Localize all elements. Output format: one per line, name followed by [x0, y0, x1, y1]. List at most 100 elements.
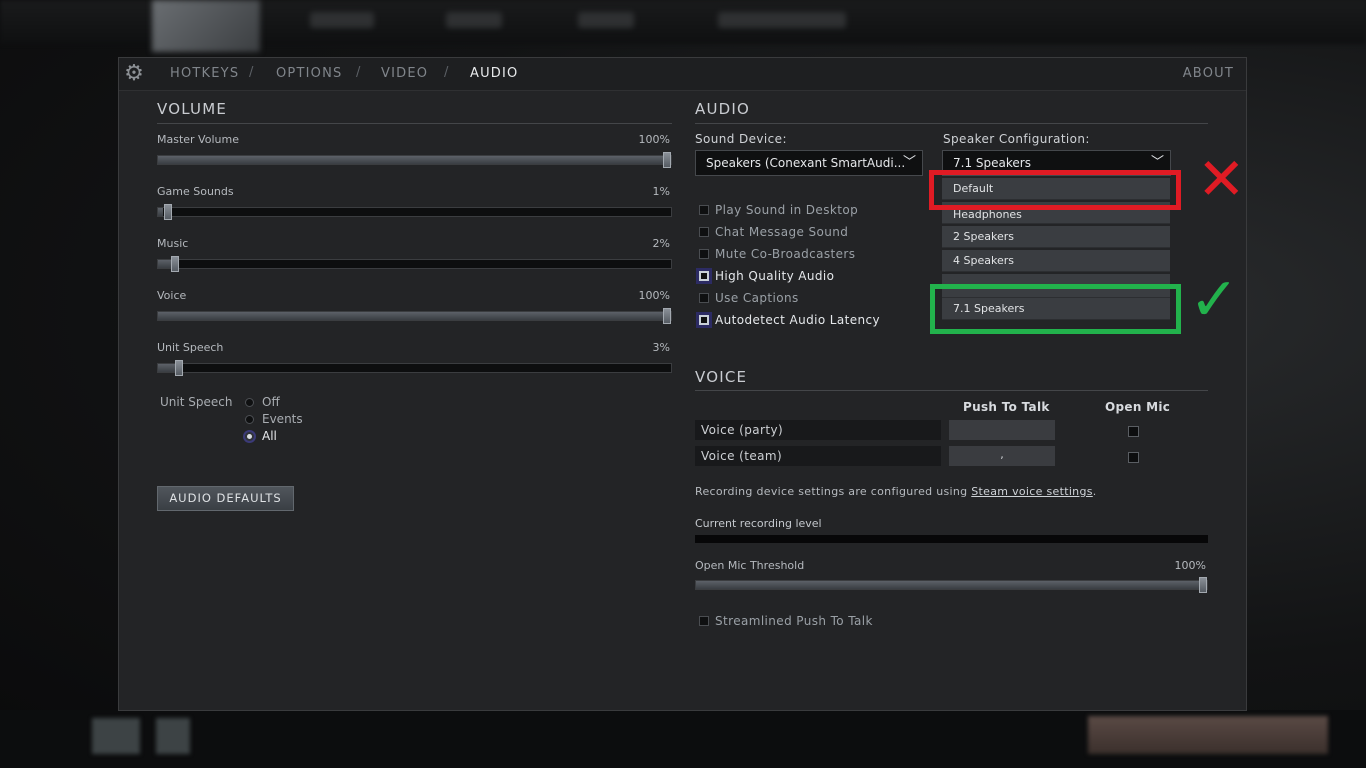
- speaker-config-label: Speaker Configuration:: [943, 132, 1090, 146]
- recording-level-meter: [695, 535, 1208, 543]
- play-sound-desktop-checkbox[interactable]: [699, 205, 709, 215]
- music-value: 2%: [652, 237, 670, 250]
- voice-volume-value: 100%: [638, 289, 670, 302]
- green-check-mark-icon: ✓: [1189, 265, 1240, 335]
- master-volume-value: 100%: [638, 133, 670, 146]
- tab-hotkeys[interactable]: HOTKEYS: [170, 66, 239, 81]
- voice-party-key[interactable]: [949, 420, 1055, 440]
- use-captions-label[interactable]: Use Captions: [715, 291, 799, 305]
- unit-speech-all-radio[interactable]: [245, 432, 254, 441]
- settings-window: ⚙ HOTKEYS / OPTIONS / VIDEO / AUDIO ABOU…: [118, 57, 1247, 711]
- unit-speech-all-label[interactable]: All: [262, 429, 277, 443]
- push-to-talk-header: Push To Talk: [963, 400, 1050, 414]
- steam-voice-settings-link[interactable]: Steam voice settings: [971, 485, 1093, 498]
- music-label: Music: [157, 237, 189, 250]
- sound-device-dropdown[interactable]: Speakers (Conexant SmartAudi... ﹀: [695, 150, 923, 176]
- open-mic-threshold-label: Open Mic Threshold: [695, 559, 805, 572]
- voice-volume-slider[interactable]: [157, 308, 672, 324]
- use-captions-checkbox[interactable]: [699, 293, 709, 303]
- slider-fill: [158, 208, 164, 216]
- chat-message-sound-label[interactable]: Chat Message Sound: [715, 225, 848, 239]
- music-slider[interactable]: [157, 256, 672, 272]
- background-nav-item: [578, 12, 634, 28]
- mute-co-broadcasters-label[interactable]: Mute Co-Broadcasters: [715, 247, 855, 261]
- open-mic-threshold-slider[interactable]: [695, 577, 1208, 593]
- slider-handle[interactable]: [164, 204, 172, 220]
- background-nav-item: [446, 12, 502, 28]
- unit-speech-events-label[interactable]: Events: [262, 412, 303, 426]
- voice-divider: [695, 390, 1208, 391]
- recording-level-label: Current recording level: [695, 517, 822, 530]
- slider-fill: [696, 581, 1207, 589]
- background-play-button: [1088, 716, 1328, 754]
- chat-message-sound-checkbox[interactable]: [699, 227, 709, 237]
- tab-separator: /: [356, 65, 361, 80]
- speaker-option-4[interactable]: 4 Speakers: [942, 250, 1170, 272]
- sound-device-value: Speakers (Conexant SmartAudi...: [706, 156, 906, 170]
- slider-handle[interactable]: [1199, 577, 1207, 593]
- tab-separator: /: [444, 65, 449, 80]
- voice-team-label: Voice (team): [695, 446, 941, 466]
- voice-section-title: VOICE: [695, 368, 748, 386]
- volume-divider: [157, 123, 672, 124]
- volume-section-title: VOLUME: [157, 100, 228, 118]
- tab-about[interactable]: ABOUT: [1183, 66, 1234, 81]
- recording-settings-note: Recording device settings are configured…: [695, 485, 1097, 498]
- high-quality-audio-label[interactable]: High Quality Audio: [715, 269, 834, 283]
- tab-audio[interactable]: AUDIO: [470, 66, 519, 81]
- speaker-option-2[interactable]: 2 Speakers: [942, 226, 1170, 248]
- voice-volume-label: Voice: [157, 289, 187, 302]
- unit-speech-off-label[interactable]: Off: [262, 395, 280, 409]
- unit-speech-volume-label: Unit Speech: [157, 341, 224, 354]
- unit-speech-off-radio[interactable]: [245, 398, 254, 407]
- voice-team-key[interactable]: ,: [949, 446, 1055, 466]
- slider-handle[interactable]: [663, 152, 671, 168]
- unit-speech-mode-label: Unit Speech: [160, 395, 233, 409]
- open-mic-header: Open Mic: [1105, 400, 1171, 414]
- master-volume-label: Master Volume: [157, 133, 239, 146]
- correct-option-highlight: [930, 284, 1181, 334]
- background-hero-portrait: [152, 0, 260, 52]
- high-quality-audio-checkbox[interactable]: [699, 271, 709, 281]
- background-tile: [156, 718, 190, 754]
- audio-defaults-button[interactable]: AUDIO DEFAULTS: [157, 486, 294, 511]
- gear-icon[interactable]: ⚙: [123, 63, 145, 85]
- unit-speech-volume-value: 3%: [652, 341, 670, 354]
- audio-section-title: AUDIO: [695, 100, 751, 118]
- play-sound-desktop-label[interactable]: Play Sound in Desktop: [715, 203, 858, 217]
- streamlined-ptt-checkbox[interactable]: [699, 616, 709, 626]
- sound-device-label: Sound Device:: [695, 132, 787, 146]
- red-x-mark-icon: ✕: [1197, 145, 1246, 213]
- background-nav-item: [310, 12, 374, 28]
- tab-separator: /: [249, 65, 254, 80]
- audio-divider: [695, 123, 1208, 124]
- slider-fill: [158, 312, 671, 320]
- chevron-down-icon: ﹀: [902, 155, 916, 170]
- background-tile: [92, 718, 140, 754]
- note-suffix: .: [1092, 485, 1097, 498]
- voice-party-label: Voice (party): [695, 420, 941, 440]
- voice-team-open-mic-checkbox[interactable]: [1128, 452, 1139, 463]
- slider-handle[interactable]: [663, 308, 671, 324]
- background-nav-item: [718, 12, 846, 28]
- voice-party-open-mic-checkbox[interactable]: [1128, 426, 1139, 437]
- unit-speech-events-radio[interactable]: [245, 415, 254, 424]
- settings-tabbar: ⚙ HOTKEYS / OPTIONS / VIDEO / AUDIO ABOU…: [119, 58, 1246, 91]
- game-sounds-slider[interactable]: [157, 204, 672, 220]
- tab-options[interactable]: OPTIONS: [276, 66, 342, 81]
- autodetect-latency-label[interactable]: Autodetect Audio Latency: [715, 313, 880, 327]
- streamlined-ptt-label[interactable]: Streamlined Push To Talk: [715, 614, 873, 628]
- game-sounds-value: 1%: [652, 185, 670, 198]
- unit-speech-volume-slider[interactable]: [157, 360, 672, 376]
- autodetect-latency-checkbox[interactable]: [699, 315, 709, 325]
- wrong-option-highlight: [929, 170, 1181, 210]
- note-prefix: Recording device settings are configured…: [695, 485, 972, 498]
- slider-handle[interactable]: [171, 256, 179, 272]
- master-volume-slider[interactable]: [157, 152, 672, 168]
- slider-handle[interactable]: [175, 360, 183, 376]
- game-sounds-label: Game Sounds: [157, 185, 234, 198]
- tab-video[interactable]: VIDEO: [381, 66, 428, 81]
- slider-fill: [158, 156, 671, 164]
- open-mic-threshold-value: 100%: [1174, 559, 1206, 572]
- mute-co-broadcasters-checkbox[interactable]: [699, 249, 709, 259]
